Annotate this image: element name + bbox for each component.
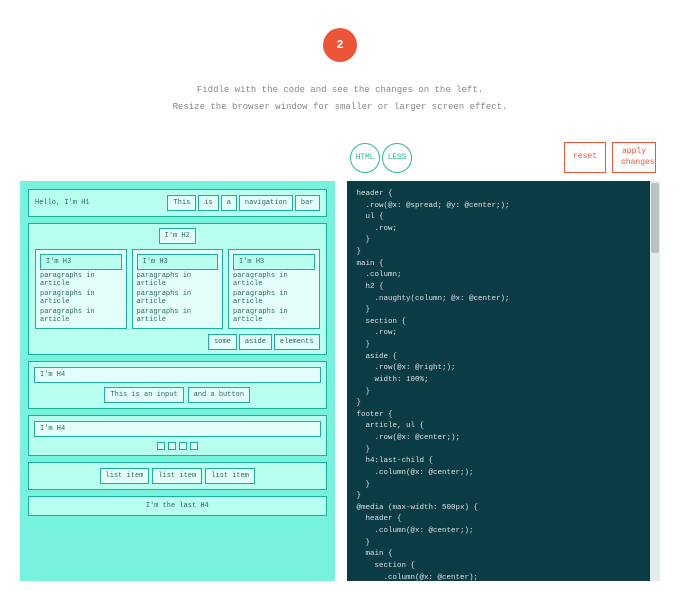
preview-aside: some aside elements — [35, 334, 320, 350]
preview-h4-last-label: I'm the last H4 — [146, 502, 209, 510]
aside-item: aside — [239, 334, 272, 350]
preview-article: I'm H3 paragraphs in article paragraphs … — [132, 249, 224, 329]
preview-nav: This is a navigation bar — [167, 195, 319, 211]
nav-item: This — [167, 195, 196, 211]
aside-item: some — [208, 334, 237, 350]
preview-list: list item list item list item — [28, 462, 327, 490]
preview-h1: Hello, I'm H1 — [35, 199, 90, 207]
preview-paragraph: paragraphs in article — [137, 272, 219, 288]
preview-h3: I'm H3 — [137, 254, 219, 270]
preview-h3: I'm H3 — [40, 254, 122, 270]
step-badge: 2 — [323, 28, 357, 62]
editor-tabs: HTML LESS — [350, 143, 412, 173]
preview-button[interactable]: and a button — [188, 387, 250, 403]
square-icon — [168, 442, 176, 450]
preview-paragraph: paragraphs in article — [233, 272, 315, 288]
aside-item: elements — [274, 334, 320, 350]
preview-paragraph: paragraphs in article — [233, 290, 315, 306]
preview-input[interactable]: This is an input — [104, 387, 183, 403]
preview-header: Hello, I'm H1 This is a navigation bar — [28, 189, 327, 217]
preview-pane: Hello, I'm H1 This is a navigation bar I… — [20, 181, 335, 581]
list-item: list item — [205, 468, 255, 484]
tab-less-label: LESS — [388, 153, 406, 162]
tab-less[interactable]: LESS — [382, 143, 412, 173]
reset-button[interactable]: reset — [564, 142, 606, 173]
preview-paragraph: paragraphs in article — [137, 308, 219, 324]
apply-changes-button[interactable]: apply changes — [612, 142, 656, 173]
square-icon — [190, 442, 198, 450]
tab-html-label: HTML — [356, 153, 374, 162]
apply-changes-button-label: apply changes — [621, 147, 655, 166]
instruction-line-1: Fiddle with the code and see the changes… — [20, 82, 660, 99]
preview-h2: I'm H2 — [159, 228, 196, 244]
step-number: 2 — [336, 38, 343, 52]
instructions: Fiddle with the code and see the changes… — [20, 82, 660, 116]
preview-section-b: I'm H4 — [28, 415, 327, 456]
nav-item: navigation — [239, 195, 293, 211]
tab-html[interactable]: HTML — [350, 143, 380, 173]
nav-item: bar — [295, 195, 320, 211]
preview-paragraph: paragraphs in article — [40, 308, 122, 324]
square-icon — [157, 442, 165, 450]
preview-article: I'm H3 paragraphs in article paragraphs … — [35, 249, 127, 329]
instruction-line-2: Resize the browser window for smaller or… — [20, 99, 660, 116]
code-editor[interactable]: header { .row(@x: @spread; @y: @center;)… — [347, 181, 660, 581]
preview-h4: I'm H4 — [34, 421, 321, 437]
preview-article: I'm H3 paragraphs in article paragraphs … — [228, 249, 320, 329]
nav-item: is — [198, 195, 218, 211]
nav-item: a — [221, 195, 237, 211]
preview-paragraph: paragraphs in article — [233, 308, 315, 324]
scrollbar-thumb[interactable] — [651, 183, 659, 253]
square-icon — [179, 442, 187, 450]
list-item: list item — [152, 468, 202, 484]
scrollbar-track[interactable] — [650, 181, 660, 581]
preview-paragraph: paragraphs in article — [40, 272, 122, 288]
preview-paragraph: paragraphs in article — [137, 290, 219, 306]
preview-h4: I'm H4 — [34, 367, 321, 383]
list-item: list item — [100, 468, 150, 484]
code-content[interactable]: header { .row(@x: @spread; @y: @center;)… — [347, 181, 660, 581]
preview-paragraph: paragraphs in article — [40, 290, 122, 306]
preview-section-a: I'm H4 This is an input and a button — [28, 361, 327, 409]
reset-button-label: reset — [573, 152, 597, 161]
preview-main: I'm H2 I'm H3 paragraphs in article para… — [28, 223, 327, 355]
preview-h3: I'm H3 — [233, 254, 315, 270]
preview-last-h4: I'm the last H4 — [28, 496, 327, 516]
